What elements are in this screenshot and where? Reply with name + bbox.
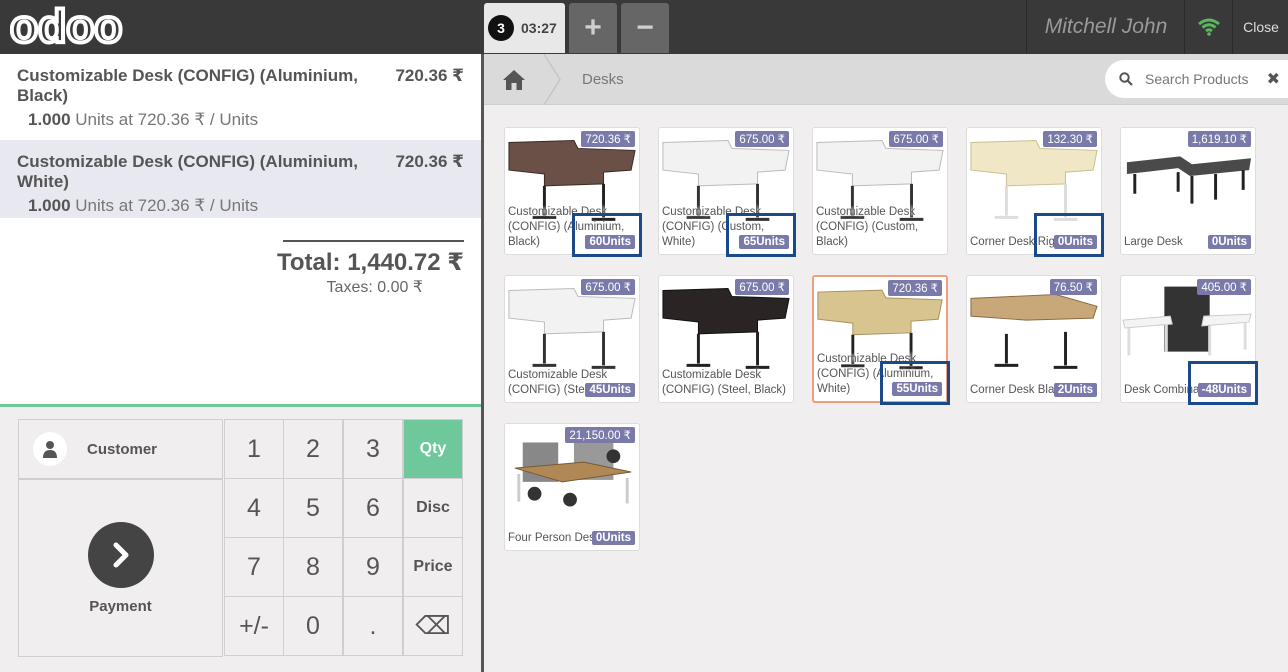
order-line[interactable]: Customizable Desk (CONFIG) (Aluminium, B… <box>0 54 481 140</box>
mode-price-button[interactable]: Price <box>403 537 463 597</box>
product-price-tag: 1,619.10 ₹ <box>1187 131 1251 147</box>
search-input[interactable] <box>1145 71 1265 87</box>
order-line-qty: 1.000 <box>28 110 71 129</box>
mode-qty-button[interactable]: Qty <box>403 419 463 479</box>
breadcrumb-bar: Desks ✖ <box>484 54 1288 105</box>
order-line-selected[interactable]: Customizable Desk (CONFIG) (Aluminium, W… <box>0 140 481 218</box>
numpad-key-1[interactable]: 1 <box>224 419 284 479</box>
divider <box>1184 0 1185 54</box>
product-screen: Desks ✖ 720.36 ₹ Customizable Desk (CONFI… <box>484 54 1288 672</box>
numpad-key-3[interactable]: 3 <box>343 419 403 479</box>
stock-highlight-box <box>1034 213 1104 257</box>
order-line-name: Customizable Desk (CONFIG) (Aluminium, W… <box>17 152 358 191</box>
order-line-price: 720.36 ₹ <box>395 66 464 85</box>
customer-label: Customer <box>87 440 158 458</box>
home-icon[interactable] <box>484 54 544 105</box>
odoo-logo: odoo <box>10 4 124 50</box>
stock-highlight-box <box>726 213 796 257</box>
product-card[interactable]: 675.00 ₹ Customizable Desk (CONFIG) (Stee… <box>658 275 794 403</box>
product-card[interactable]: 675.00 ₹ Customizable Desk (CONFIG) (Cust… <box>812 127 948 255</box>
numpad-key-plusminus[interactable]: +/- <box>224 596 284 656</box>
order-line-info: 1.000 Units at 720.36 ₹ / Units <box>28 110 465 130</box>
numpad-key-5[interactable]: 5 <box>283 478 343 538</box>
product-name: Customizable Desk (CONFIG) (Custom, Blac… <box>816 206 919 248</box>
order-line-unit-info: Units at 720.36 ₹ / Units <box>75 196 259 215</box>
numpad-key-7[interactable]: 7 <box>224 537 284 597</box>
user-name[interactable]: Mitchell John <box>1028 0 1184 54</box>
svg-text:odoo: odoo <box>10 4 122 50</box>
search-icon <box>1119 72 1133 86</box>
top-bar: odoo 3 03:27 + − Mitchell John Close <box>0 0 1288 54</box>
product-card[interactable]: 76.50 ₹ Corner Desk Black 2Units <box>966 275 1102 403</box>
product-price-tag: 720.36 ₹ <box>888 280 942 296</box>
product-price-tag: 675.00 ₹ <box>735 279 789 295</box>
numpad-key-dot[interactable]: . <box>343 596 403 656</box>
customer-button[interactable]: Customer <box>18 419 223 479</box>
product-price-tag: 675.00 ₹ <box>735 131 789 147</box>
breadcrumb-desks[interactable]: Desks <box>582 54 624 105</box>
product-price-tag: 405.00 ₹ <box>1197 279 1251 295</box>
order-number-badge: 3 <box>488 15 514 41</box>
stock-highlight-box <box>572 213 642 257</box>
product-stock-badge: 0Units <box>1207 235 1251 249</box>
order-line-unit-info: Units at 720.36 ₹ / Units <box>75 110 259 129</box>
order-time: 03:27 <box>521 20 557 36</box>
product-price-tag: 21,150.00 ₹ <box>565 427 635 443</box>
product-price-tag: 720.36 ₹ <box>581 131 635 147</box>
divider <box>1232 0 1233 54</box>
product-name: Customizable Desk (CONFIG) (Steel, Black… <box>662 369 786 396</box>
payment-button[interactable]: Payment <box>18 479 223 657</box>
payment-label: Payment <box>89 598 152 615</box>
stock-highlight-box <box>880 361 950 405</box>
order-tab[interactable]: 3 03:27 <box>484 3 565 53</box>
numpad-key-9[interactable]: 9 <box>343 537 403 597</box>
product-price-tag: 76.50 ₹ <box>1049 279 1097 295</box>
numpad-key-2[interactable]: 2 <box>283 419 343 479</box>
order-total: Total: 1,440.72 ₹ <box>277 249 464 276</box>
numpad-key-6[interactable]: 6 <box>343 478 403 538</box>
product-card[interactable]: 1,619.10 ₹ Large Desk 0Units <box>1120 127 1256 255</box>
close-button[interactable]: Close <box>1234 0 1288 54</box>
numpad-key-0[interactable]: 0 <box>283 596 343 656</box>
product-price-tag: 675.00 ₹ <box>889 131 943 147</box>
order-line-qty: 1.000 <box>28 196 71 215</box>
product-price-tag: 675.00 ₹ <box>581 279 635 295</box>
stock-highlight-box <box>1188 361 1258 405</box>
product-stock-badge: 2Units <box>1053 383 1097 397</box>
divider <box>1026 0 1027 54</box>
product-stock-badge: 45Units <box>585 383 635 397</box>
mode-disc-button[interactable]: Disc <box>403 478 463 538</box>
order-line-name: Customizable Desk (CONFIG) (Aluminium, B… <box>17 66 358 105</box>
numpad-key-4[interactable]: 4 <box>224 478 284 538</box>
product-price-tag: 132.30 ₹ <box>1043 131 1097 147</box>
clear-search-icon[interactable]: ✖ <box>1267 69 1280 89</box>
add-order-button[interactable]: + <box>569 3 617 53</box>
backspace-icon[interactable]: ⌫ <box>403 596 463 656</box>
total-divider <box>283 240 464 242</box>
product-stock-badge: 0Units <box>591 531 635 545</box>
chevron-right-icon <box>88 522 154 588</box>
order-line-price: 720.36 ₹ <box>395 152 464 171</box>
wifi-icon[interactable] <box>1186 0 1232 54</box>
numpad-key-8[interactable]: 8 <box>283 537 343 597</box>
product-card[interactable]: 675.00 ₹ Customizable Desk (CONFIG) (Stee… <box>504 275 640 403</box>
control-pad: Customer Payment 1 2 3 Qty 4 5 6 Disc 7 … <box>0 404 481 672</box>
order-taxes: Taxes: 0.00 ₹ <box>326 279 423 296</box>
remove-order-button[interactable]: − <box>621 3 669 53</box>
product-card[interactable]: 21,150.00 ₹ Four Person Desk 0Units <box>504 423 640 551</box>
order-line-info: 1.000 Units at 720.36 ₹ / Units <box>28 196 465 216</box>
user-icon <box>33 432 67 466</box>
breadcrumb-separator <box>544 54 561 105</box>
search-box: ✖ <box>1105 60 1288 98</box>
